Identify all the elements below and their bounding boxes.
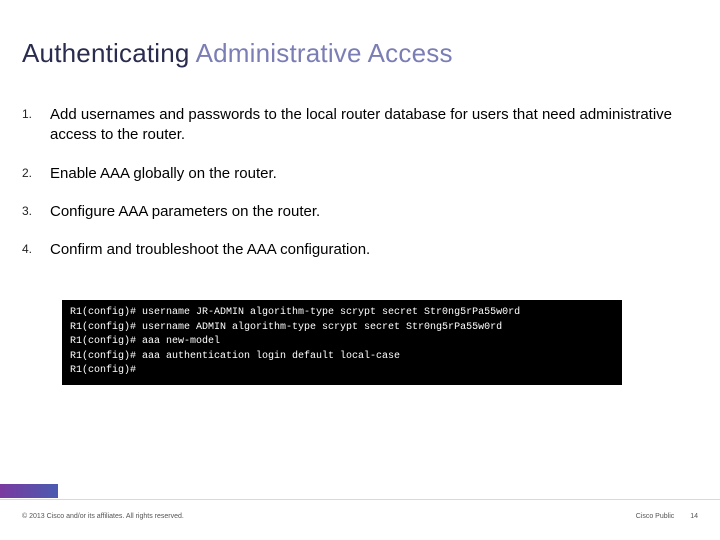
step-number: 1. (22, 105, 50, 146)
step-number: 4. (22, 240, 50, 260)
list-item: 3. Configure AAA parameters on the route… (22, 202, 680, 222)
steps-list: 1. Add usernames and passwords to the lo… (22, 105, 680, 278)
list-item: 4. Confirm and troubleshoot the AAA conf… (22, 240, 680, 260)
step-number: 3. (22, 202, 50, 222)
step-number: 2. (22, 164, 50, 184)
footer-accent-bar (0, 484, 58, 498)
step-text: Configure AAA parameters on the router. (50, 202, 320, 222)
copyright-text: © 2013 Cisco and/or its affiliates. All … (22, 513, 184, 520)
list-item: 2. Enable AAA globally on the router. (22, 164, 680, 184)
footer-label: Cisco Public (636, 513, 675, 520)
footer-right: Cisco Public 14 (636, 513, 698, 520)
slide-title: Authenticating Administrative Access (22, 38, 453, 69)
title-part1: Authenticating (22, 38, 196, 68)
step-text: Confirm and troubleshoot the AAA configu… (50, 240, 370, 260)
footer-divider (0, 499, 720, 500)
list-item: 1. Add usernames and passwords to the lo… (22, 105, 680, 146)
step-text: Add usernames and passwords to the local… (50, 105, 680, 146)
title-part2: Administrative Access (196, 38, 453, 68)
step-text: Enable AAA globally on the router. (50, 164, 277, 184)
terminal-output: R1(config)# username JR-ADMIN algorithm-… (62, 300, 622, 385)
slide: Authenticating Administrative Access 1. … (0, 0, 720, 540)
page-number: 14 (690, 513, 698, 520)
